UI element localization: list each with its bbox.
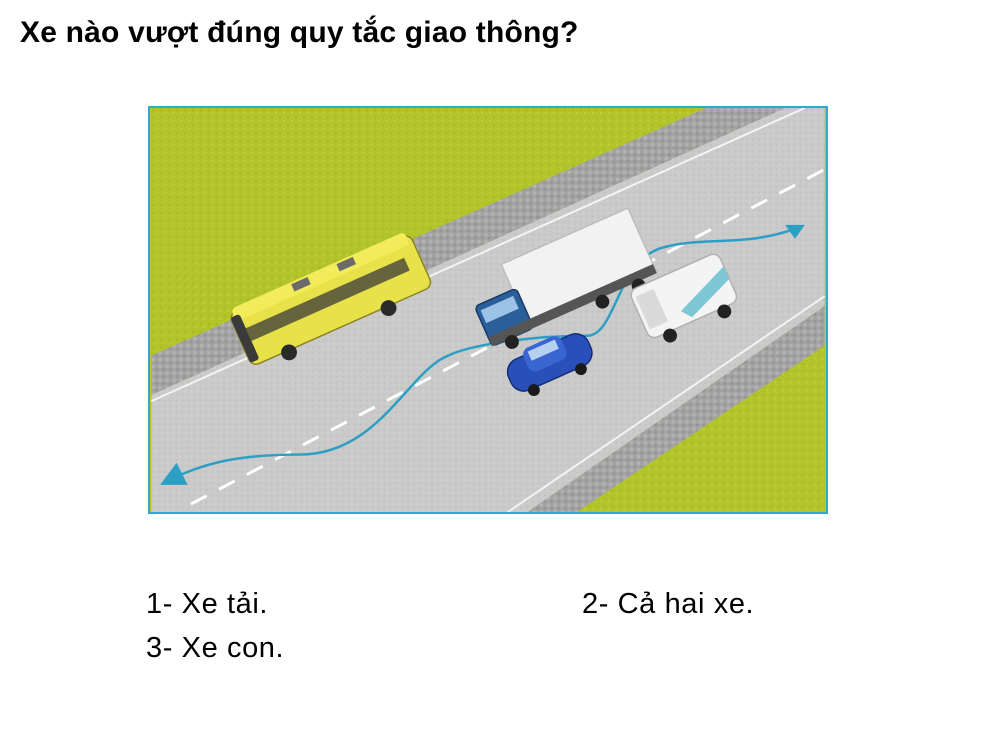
answer-option-3[interactable]: 3- Xe con. <box>146 632 284 665</box>
answer-option-1[interactable]: 1- Xe tải. <box>146 588 268 621</box>
question-title: Xe nào vượt đúng quy tắc giao thông? <box>20 16 579 49</box>
traffic-scene-illustration <box>148 106 828 514</box>
traffic-scene-svg <box>150 108 826 512</box>
answer-option-2[interactable]: 2- Cả hai xe. <box>582 588 754 621</box>
